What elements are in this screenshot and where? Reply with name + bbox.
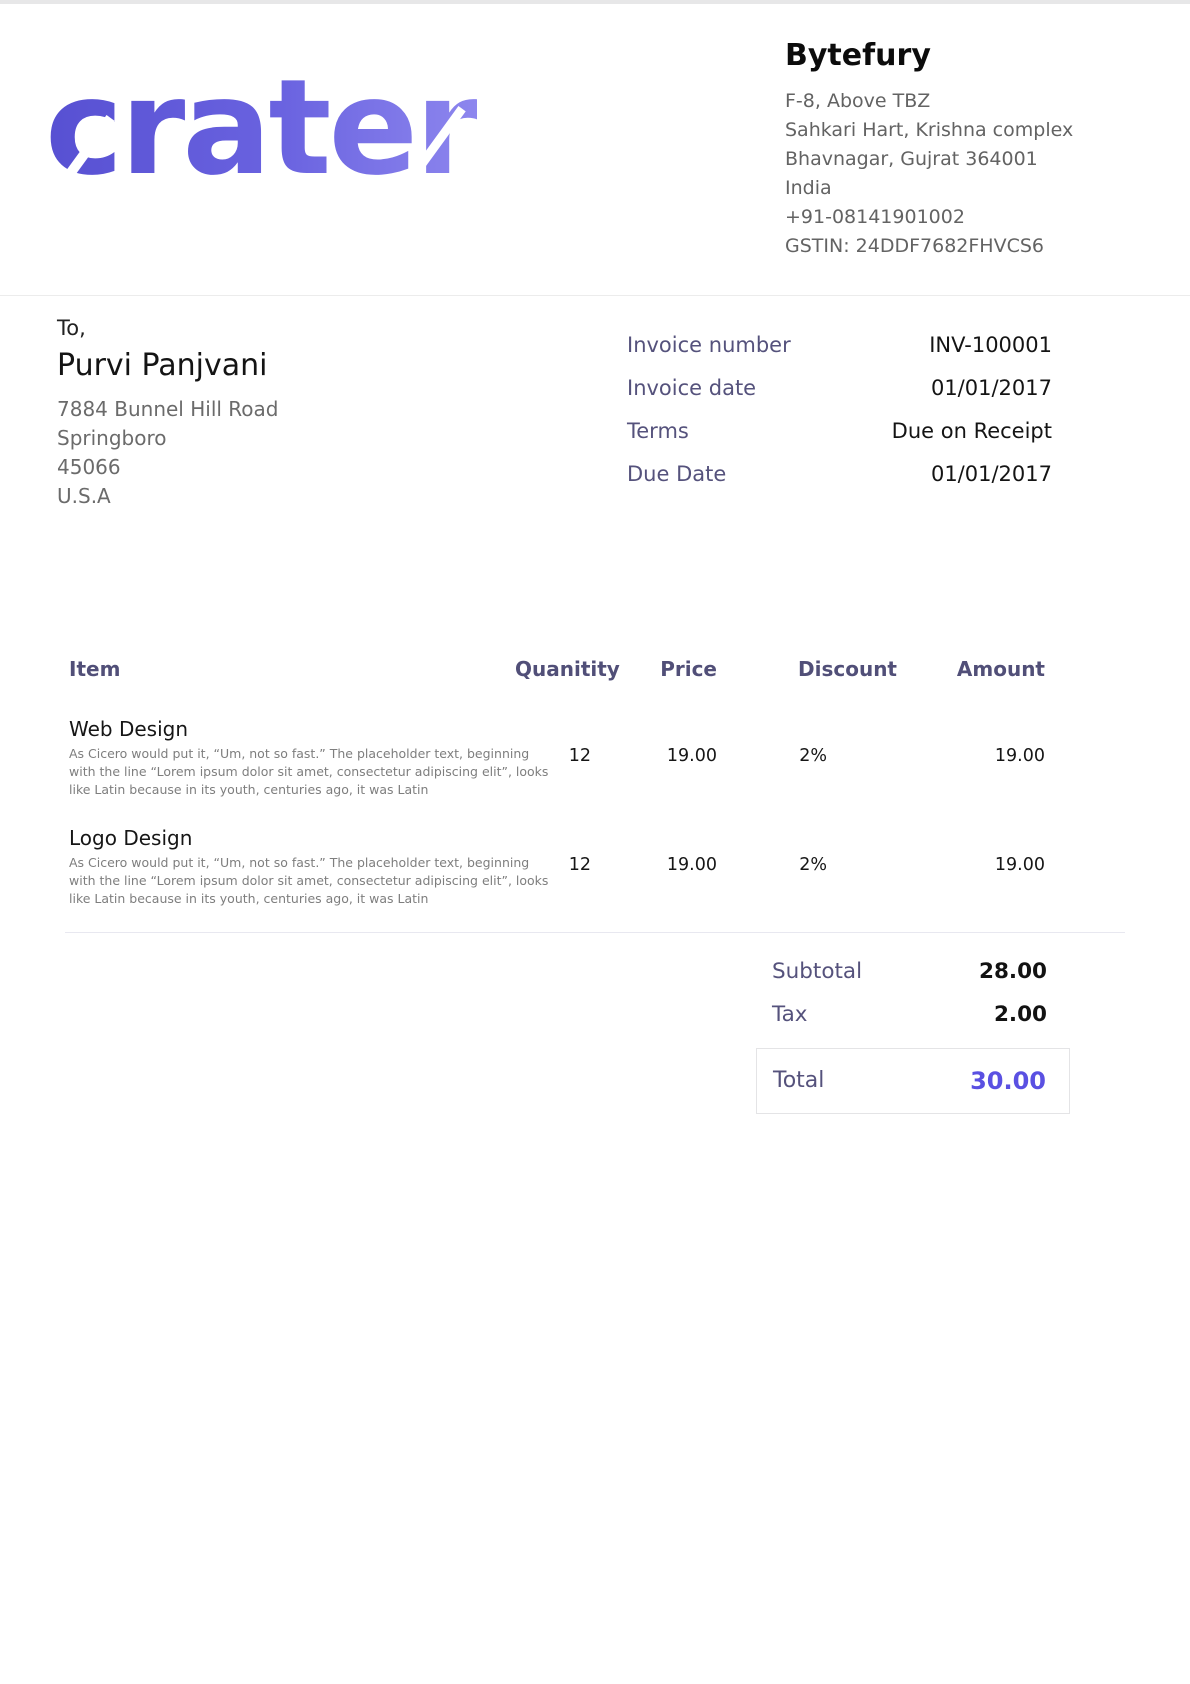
table-divider [65,932,1125,933]
bill-to-label: To, [57,316,477,340]
item-description-line: with the line “Lorem ipsum dolor sit ame… [69,872,515,890]
terms-value: Due on Receipt [892,418,1052,445]
invoice-header: crater Bytefury F-8, Above TBZ Sahkari H… [0,4,1190,296]
column-header-item: Item [65,656,515,682]
customer-address-line: 45066 [57,453,477,482]
crater-logo: crater [45,62,515,212]
company-gstin: GSTIN: 24DDF7682FHVCS6 [785,232,1165,261]
item-amount: 19.00 [915,825,1125,908]
item-description: As Cicero would put it, “Um, not so fast… [69,854,515,908]
item-discount: 2% [735,825,915,908]
customer-address-line: Springboro [57,424,477,453]
invoice-meta-block: Invoice number INV-100001 Invoice date 0… [627,332,1052,504]
company-block: Bytefury F-8, Above TBZ Sahkari Hart, Kr… [785,38,1165,261]
terms-label: Terms [627,418,689,445]
invoice-number-value: INV-100001 [929,332,1052,359]
item-quantity: 12 [515,716,605,799]
customer-address-line: 7884 Bunnel Hill Road [57,395,477,424]
due-date-label: Due Date [627,461,726,488]
total-box: Total 30.00 [756,1048,1070,1114]
tax-value: 2.00 [994,1001,1047,1028]
tax-row: Tax 2.00 [690,1001,1070,1028]
item-row: Web Design As Cicero would put it, “Um, … [65,716,1125,799]
item-description-line: like Latin because in its youth, centuri… [69,781,515,799]
invoice-date-row: Invoice date 01/01/2017 [627,375,1052,402]
company-address-line: Sahkari Hart, Krishna complex [785,116,1165,145]
item-price: 19.00 [605,716,735,799]
items-table-header: Item Quanitity Price Discount Amount [65,656,1125,682]
item-description-line: As Cicero would put it, “Um, not so fast… [69,854,515,872]
company-address-line: India [785,174,1165,203]
column-header-discount: Discount [735,656,915,682]
item-cell: Logo Design As Cicero would put it, “Um,… [65,825,515,908]
item-description: As Cicero would put it, “Um, not so fast… [69,745,515,799]
bill-to-block: To, Purvi Panjvani 7884 Bunnel Hill Road… [57,316,477,511]
company-name: Bytefury [785,38,1165,73]
item-price: 19.00 [605,825,735,908]
tax-label: Tax [772,1001,807,1028]
invoice-date-label: Invoice date [627,375,756,402]
items-table: Item Quanitity Price Discount Amount Web… [65,656,1125,933]
invoice-date-value: 01/01/2017 [931,375,1052,402]
subtotal-value: 28.00 [979,958,1047,985]
item-name: Logo Design [69,825,515,852]
item-name: Web Design [69,716,515,743]
customer-address: 7884 Bunnel Hill Road Springboro 45066 U… [57,395,477,511]
column-header-price: Price [605,656,735,682]
item-quantity: 12 [515,825,605,908]
total-label: Total [773,1066,824,1096]
totals-block: Subtotal 28.00 Tax 2.00 Total 30.00 [690,958,1070,1114]
customer-name: Purvi Panjvani [57,348,477,383]
subtotal-label: Subtotal [772,958,862,985]
item-row: Logo Design As Cicero would put it, “Um,… [65,825,1125,908]
invoice-document: crater Bytefury F-8, Above TBZ Sahkari H… [0,0,1190,1684]
subtotal-row: Subtotal 28.00 [690,958,1070,985]
item-cell: Web Design As Cicero would put it, “Um, … [65,716,515,799]
due-date-value: 01/01/2017 [931,461,1052,488]
item-description-line: As Cicero would put it, “Um, not so fast… [69,745,515,763]
terms-row: Terms Due on Receipt [627,418,1052,445]
company-address-line: Bhavnagar, Gujrat 364001 [785,145,1165,174]
item-description-line: like Latin because in its youth, centuri… [69,890,515,908]
customer-address-line: U.S.A [57,482,477,511]
crater-logo-text: crater [45,62,477,194]
due-date-row: Due Date 01/01/2017 [627,461,1052,488]
column-header-amount: Amount [915,656,1125,682]
company-phone: +91-08141901002 [785,203,1165,232]
invoice-number-row: Invoice number INV-100001 [627,332,1052,359]
invoice-number-label: Invoice number [627,332,791,359]
total-value: 30.00 [970,1066,1046,1096]
item-description-line: with the line “Lorem ipsum dolor sit ame… [69,763,515,781]
item-discount: 2% [735,716,915,799]
item-amount: 19.00 [915,716,1125,799]
company-address-line: F-8, Above TBZ [785,87,1165,116]
column-header-quantity: Quanitity [515,656,605,682]
